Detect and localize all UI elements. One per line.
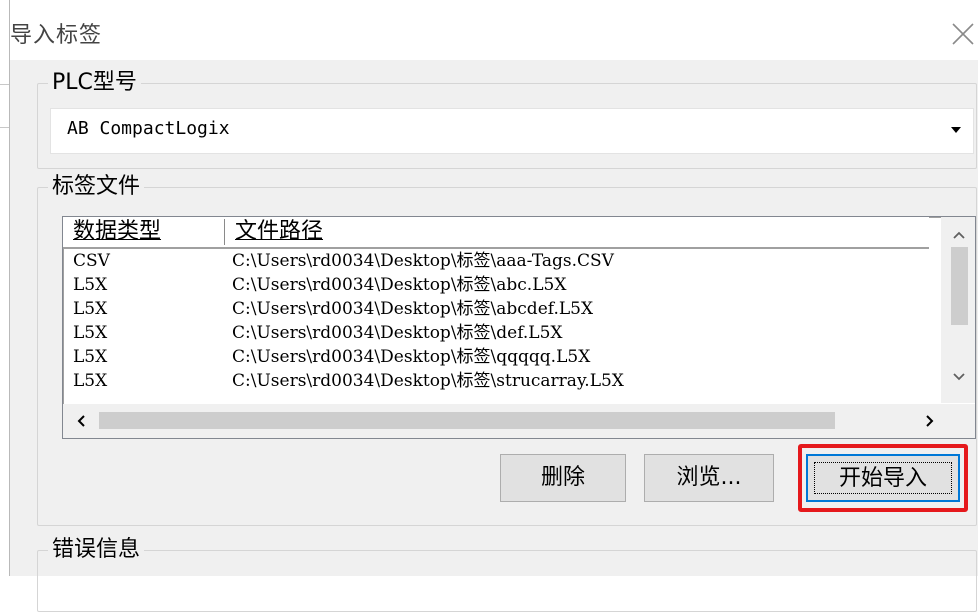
window-title: 导入标签 (10, 23, 103, 48)
scroll-up-icon[interactable] (949, 225, 969, 245)
row-path: C:\Users\rd0034\Desktop\标签\def.L5X (232, 323, 563, 343)
list-rows: CSV C:\Users\rd0034\Desktop\标签\aaa-Tags.… (63, 249, 929, 393)
vertical-scroll-thumb[interactable] (951, 247, 968, 325)
highlight-box (798, 444, 968, 512)
column-separator[interactable] (224, 219, 225, 245)
list-item[interactable]: L5X C:\Users\rd0034\Desktop\标签\def.L5X (63, 321, 929, 345)
row-type: L5X (73, 323, 108, 343)
browse-button[interactable]: 浏览... (644, 454, 774, 502)
row-type: CSV (73, 251, 110, 271)
scroll-down-icon[interactable] (949, 367, 969, 387)
tag-file-legend: 标签文件 (48, 172, 145, 202)
delete-button[interactable]: 删除 (500, 454, 626, 502)
scrollbar-corner (941, 404, 975, 438)
horizontal-scrollbar[interactable] (63, 404, 949, 438)
list-item[interactable]: L5X C:\Users\rd0034\Desktop\标签\strucarra… (63, 369, 929, 393)
row-type: L5X (73, 275, 108, 295)
error-info-group: 错误信息 (37, 535, 977, 612)
plc-model-group: PLC型号 AB CompactLogix (37, 68, 977, 169)
import-tags-dialog: 导入标签 PLC型号 AB CompactLogix 标签文件 数据类型 文件路… (9, 0, 978, 612)
row-path: C:\Users\rd0034\Desktop\标签\qqqqq.L5X (232, 347, 591, 367)
row-type: L5X (73, 371, 108, 391)
list-item[interactable]: L5X C:\Users\rd0034\Desktop\标签\abcdef.L5… (63, 297, 929, 321)
plc-model-legend: PLC型号 (48, 68, 141, 98)
column-header-path[interactable]: 文件路径 (235, 217, 323, 247)
row-type: L5X (73, 347, 108, 367)
row-path: C:\Users\rd0034\Desktop\标签\aaa-Tags.CSV (232, 251, 614, 271)
row-path: C:\Users\rd0034\Desktop\标签\strucarray.L5… (232, 371, 624, 391)
background-window-strip (0, 0, 9, 576)
plc-model-value: AB CompactLogix (67, 118, 230, 139)
column-header-type[interactable]: 数据类型 (73, 217, 161, 247)
list-item[interactable]: L5X C:\Users\rd0034\Desktop\标签\qqqqq.L5X (63, 345, 929, 369)
scroll-right-icon[interactable] (920, 411, 940, 431)
list-item[interactable]: CSV C:\Users\rd0034\Desktop\标签\aaa-Tags.… (63, 249, 929, 273)
error-info-legend: 错误信息 (48, 535, 145, 565)
horizontal-scroll-thumb[interactable] (99, 412, 835, 429)
row-type: L5X (73, 299, 108, 319)
list-header: 数据类型 文件路径 (63, 217, 929, 249)
tag-file-list[interactable]: 数据类型 文件路径 CSV C:\Users\rd0034\Desktop\标签… (62, 216, 976, 439)
list-item[interactable]: L5X C:\Users\rd0034\Desktop\标签\abc.L5X (63, 273, 929, 297)
title-bar: 导入标签 (10, 0, 978, 60)
close-icon[interactable] (943, 12, 978, 48)
scroll-left-icon[interactable] (71, 411, 91, 431)
row-path: C:\Users\rd0034\Desktop\标签\abcdef.L5X (232, 299, 594, 319)
plc-model-select[interactable]: AB CompactLogix (50, 108, 974, 154)
row-path: C:\Users\rd0034\Desktop\标签\abc.L5X (232, 275, 567, 295)
dropdown-arrow-icon[interactable] (951, 127, 961, 133)
vertical-scrollbar[interactable] (941, 217, 975, 403)
